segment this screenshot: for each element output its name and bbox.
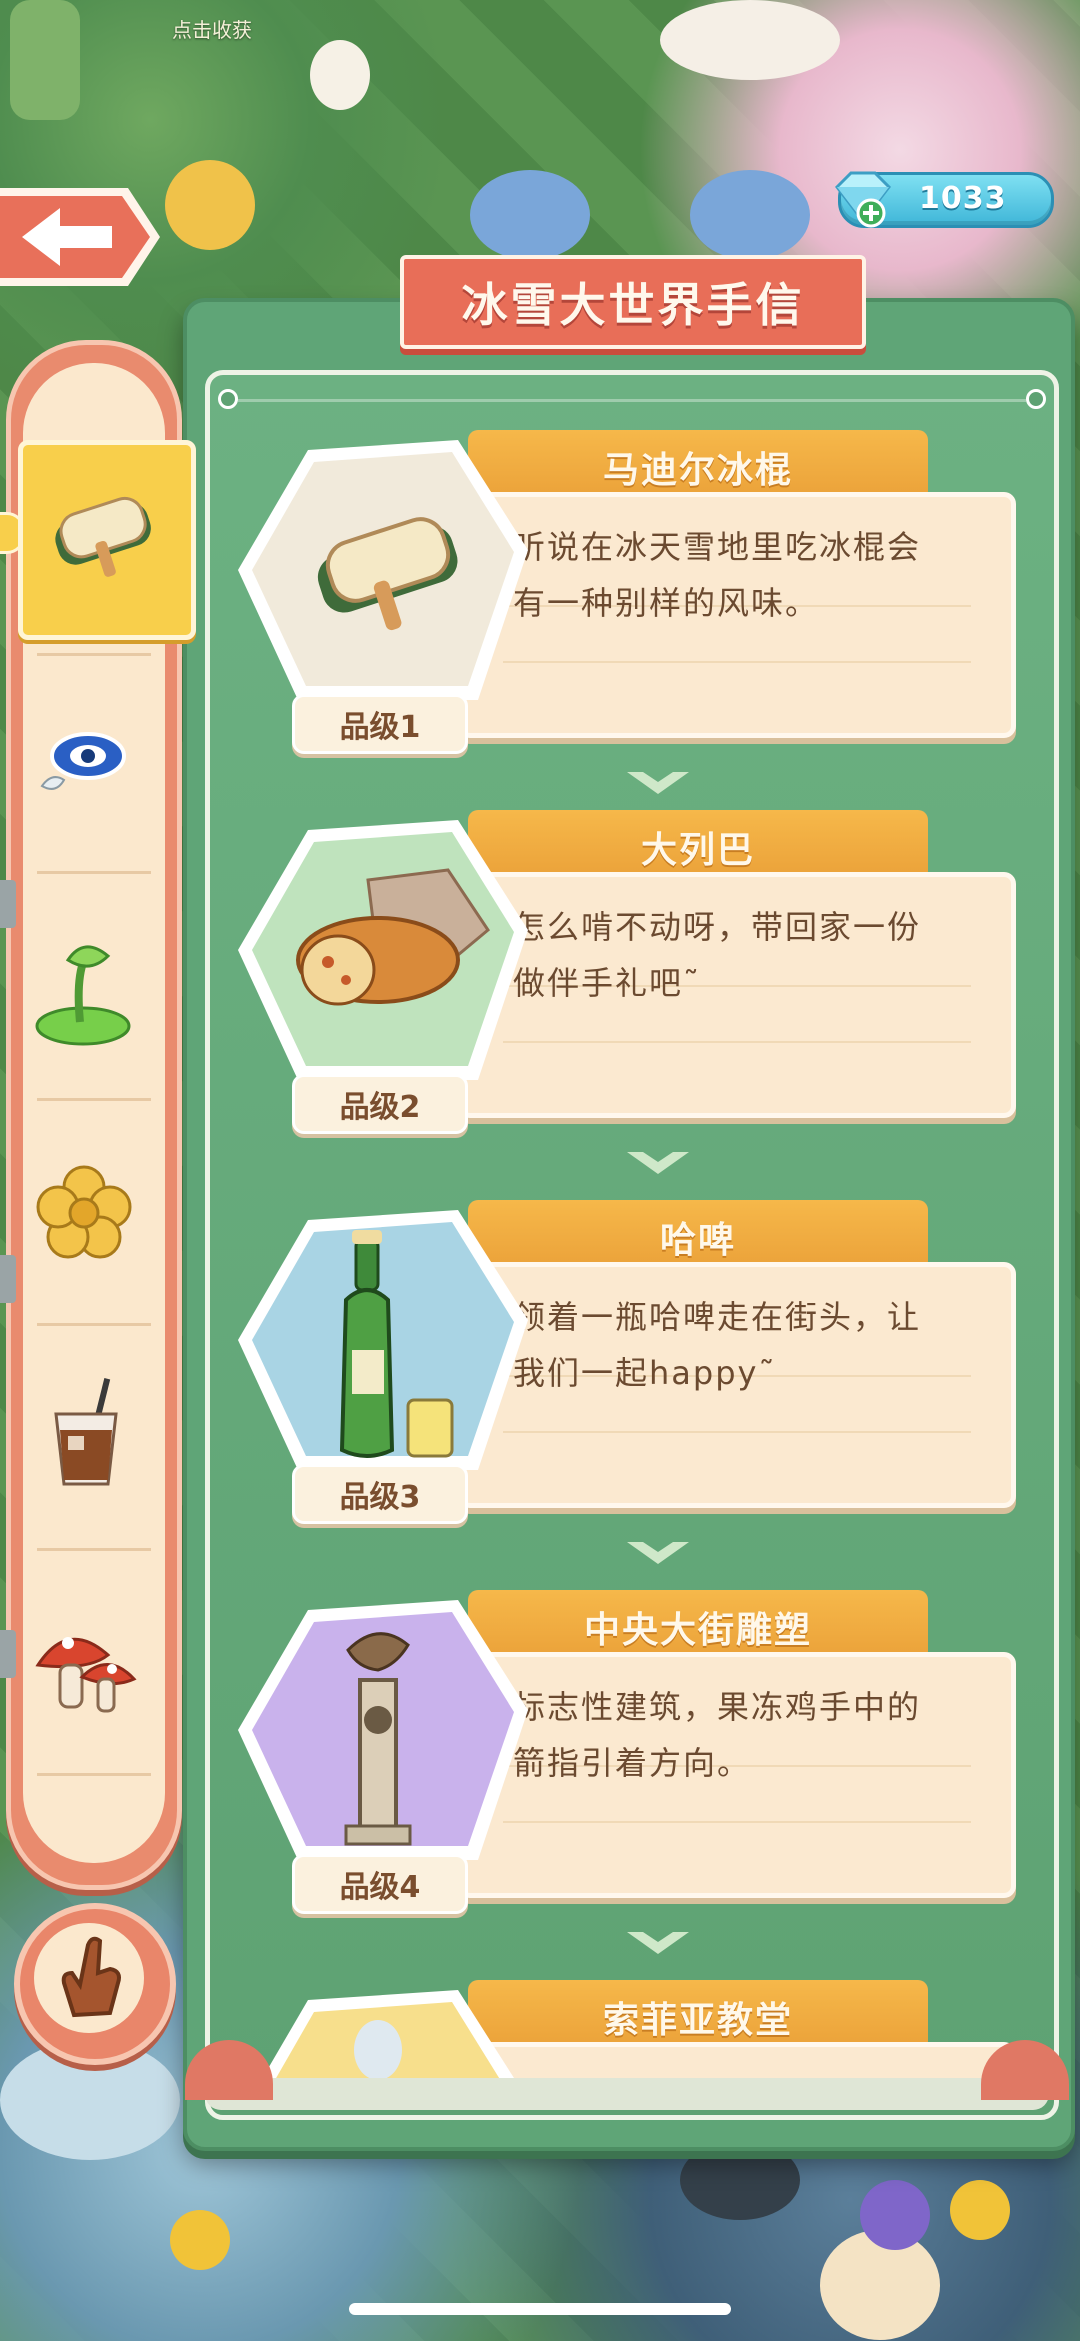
gem-count: 1033	[919, 181, 1007, 216]
card-description: 怎么啃不动呀，带回家一份做伴手礼吧˜	[513, 908, 922, 1002]
card-name: 马迪尔冰棍	[602, 450, 793, 491]
card-grade: 品级4	[339, 1870, 421, 1905]
souvenir-card-3[interactable]: 哈啤 领着一瓶哈啤走在街头，让我们一起happy˜ 品级3	[228, 1200, 1016, 1564]
card-grade: 品级2	[339, 1090, 421, 1125]
church-icon	[261, 1990, 516, 2080]
card-description: 听说在冰天雪地里吃冰棍会有一种别样的风味。	[513, 528, 922, 622]
back-button[interactable]	[0, 178, 165, 296]
iced-coffee-icon	[54, 1378, 118, 1486]
sidebar-scroll-notch	[0, 880, 16, 928]
harvest-hint-text: 点击收获	[172, 18, 252, 42]
card-grade-badge: 品级2	[292, 1074, 468, 1134]
sidebar-scroll-notch	[0, 1630, 16, 1678]
souvenir-card-2[interactable]: 大列巴 怎么啃不动呀，带回家一份做伴手礼吧˜ 品级2	[228, 810, 1016, 1174]
home-indicator[interactable]	[349, 2303, 731, 2315]
beer-bottle-icon	[238, 1210, 528, 1470]
golden-flower-icon	[36, 1165, 132, 1259]
card-description-box: 怎么啃不动呀，带回家一份做伴手礼吧˜	[458, 872, 1016, 1118]
card-description-box: 听说在冰天雪地里吃冰棍会有一种别样的风味。	[458, 492, 1016, 738]
panel-title: 冰雪大世界手信	[461, 278, 805, 332]
mushroom-icon	[35, 1637, 137, 1713]
card-description: 标志性建筑，果冻鸡手中的箭指引着方向。	[513, 1688, 922, 1782]
chevron-down-icon	[627, 1542, 689, 1564]
card-grade-badge: 品级4	[292, 1854, 468, 1914]
popsicle-icon	[238, 440, 528, 700]
card-description-box	[458, 2042, 1016, 2080]
evil-eye-charm-icon	[40, 732, 126, 790]
card-name: 大列巴	[640, 830, 755, 871]
chevron-down-icon	[627, 1932, 689, 1954]
panel-title-banner: 冰雪大世界手信	[378, 255, 888, 349]
category-tab-green-plant[interactable]	[18, 880, 160, 1106]
card-description: 领着一瓶哈啤走在街头，让我们一起happy˜	[513, 1298, 922, 1392]
card-description-box: 领着一瓶哈啤走在街头，让我们一起happy˜	[458, 1262, 1016, 1508]
category-tab-popsicle[interactable]	[18, 440, 196, 640]
green-plant-icon	[35, 945, 131, 1046]
card-grade-badge: 品级3	[292, 1464, 468, 1524]
souvenir-card-4[interactable]: 中央大街雕塑 标志性建筑，果冻鸡手中的箭指引着方向。 品级4	[228, 1590, 1016, 1954]
card-grade: 品级1	[339, 710, 421, 745]
category-tab-evil-eye[interactable]	[18, 656, 160, 882]
statue-icon	[238, 1600, 528, 1860]
back-arrow-icon	[0, 188, 160, 286]
card-grade-badge: 品级1	[292, 694, 468, 754]
card-name: 索菲亚教堂	[602, 2000, 793, 2041]
card-grade: 品级3	[339, 1480, 421, 1515]
card-name: 中央大街雕塑	[583, 1610, 812, 1651]
category-tab-golden-flower[interactable]	[18, 1105, 160, 1331]
chevron-down-icon	[627, 1152, 689, 1174]
sidebar-scroll-notch	[0, 1255, 16, 1303]
gem-counter[interactable]: 1033	[835, 171, 1054, 228]
diamond-icon	[835, 171, 891, 228]
hand-pointer-button[interactable]	[14, 1903, 176, 2065]
chevron-down-icon	[627, 772, 689, 794]
hand-pointer-icon	[61, 1936, 121, 2018]
panel-bottom-bar	[185, 2040, 1069, 2110]
popsicle-icon	[55, 496, 151, 577]
category-tab-iced-coffee[interactable]	[18, 1330, 160, 1556]
category-tab-mushroom[interactable]	[18, 1555, 160, 1781]
bread-icon	[238, 820, 528, 1080]
souvenir-card-1[interactable]: 马迪尔冰棍 听说在冰天雪地里吃冰棍会有一种别样的风味。 品级1	[228, 430, 1016, 794]
souvenir-card-5-clip: 索菲亚教堂	[205, 1980, 1049, 2080]
card-description-box: 标志性建筑，果冻鸡手中的箭指引着方向。	[458, 1652, 1016, 1898]
souvenir-card-5[interactable]: 索菲亚教堂	[228, 1980, 1016, 2080]
card-name: 哈啤	[659, 1220, 736, 1261]
